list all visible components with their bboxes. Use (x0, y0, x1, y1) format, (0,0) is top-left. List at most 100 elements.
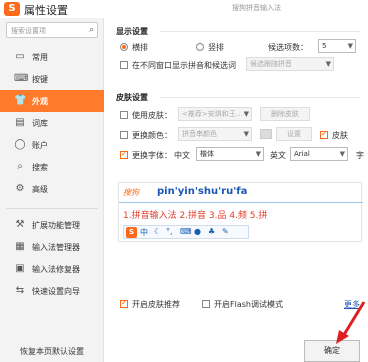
sogou-logo-icon: S (126, 227, 137, 238)
delete-skin-button[interactable]: 删除皮肤 (260, 107, 310, 121)
sidebar-item-label: 外观 (32, 97, 48, 106)
skin-recommend-checkbox[interactable] (120, 298, 128, 308)
use-skin-value: <推荐>安琪和王… (182, 110, 243, 118)
preview-candidates: 1.拼音输入法 2.拼音 3.品 4.频 5.拼 (123, 211, 268, 221)
keyboard-icon: ⌨ (14, 73, 29, 84)
change-color-label: 更换颜色： (132, 131, 172, 140)
skin-recommend-label: 开启皮肤推荐 (132, 300, 180, 309)
sidebar-item-label: 账户 (32, 141, 48, 150)
sidebar-item-label: 按键 (32, 75, 48, 84)
sidebar-item-ime-manager[interactable]: ▦ 输入法管理器 (0, 236, 104, 258)
sidebar-divider (6, 208, 98, 209)
annotation-arrow-icon (336, 301, 366, 344)
search-icon: ⌕ (17, 161, 23, 172)
color-settings-button[interactable]: 设置 (276, 127, 312, 141)
sidebar-item-label: 常用 (32, 53, 48, 62)
preview-pinyin: pin'yin'shu'ru'fa (157, 186, 248, 197)
chevron-down-icon: ▼ (255, 150, 261, 158)
sidebar-item-label: 词库 (32, 119, 48, 128)
font-size-partial-label: 字 (356, 151, 364, 160)
english-font-select[interactable]: Arial ▼ (290, 147, 348, 161)
chinese-font-value: 楷体 (200, 150, 214, 158)
use-skin-checkbox[interactable] (120, 111, 128, 119)
chevron-down-icon: ▼ (339, 150, 345, 158)
window-subtitle: 搜狗拼音输入法 (232, 4, 281, 12)
gear-icon: ⚙ (15, 183, 25, 194)
search-placeholder: 搜索设置项 (11, 27, 46, 35)
chinese-font-label: 中文 (174, 151, 190, 160)
sidebar-item-search[interactable]: ⌕ 搜索 (0, 156, 104, 178)
change-color-value: 拼音串颜色 (182, 130, 217, 138)
restore-defaults-button[interactable]: 恢复本页默认设置 (6, 342, 98, 362)
skin-partial-checkbox[interactable] (320, 129, 328, 139)
keyboard-icon: ⌨ (180, 227, 192, 236)
vertical-label: 竖排 (208, 43, 224, 52)
use-skin-select[interactable]: <推荐>安琪和王… ▼ (178, 107, 252, 121)
chinese-font-select[interactable]: 楷体 ▼ (196, 147, 264, 161)
user-icon: ◯ (14, 139, 26, 150)
moon-icon: ☾ (154, 227, 162, 236)
monitor-icon: ▭ (15, 51, 25, 62)
sogou-logo-icon: S (4, 2, 20, 16)
repair-icon: ▣ (15, 263, 25, 274)
candidate-count-value: 5 (322, 42, 327, 50)
change-font-checkbox[interactable] (120, 149, 128, 159)
sidebar-item-label: 扩展功能管理 (32, 221, 80, 230)
skin-partial-label: 皮肤 (332, 131, 348, 140)
sidebar-item-advanced[interactable]: ⚙ 高级 (0, 178, 104, 200)
sidebar-item-label: 高级 (32, 185, 48, 194)
horizontal-label: 横排 (132, 43, 148, 52)
section-divider (160, 31, 360, 32)
manager-icon: ▦ (15, 241, 25, 252)
preview-status-toolbar: S 中 ☾ °, ⌨ ● ♣ ✎ (123, 225, 249, 239)
user-icon: ● (194, 227, 201, 236)
punctuation-icon: °, (166, 227, 173, 236)
change-font-label: 更换字体： (132, 151, 172, 160)
sidebar-item-label: 输入法管理器 (32, 243, 80, 252)
sidebar-item-quick-setup[interactable]: ⇆ 快速设置向导 (0, 280, 104, 302)
sidebar-item-label: 输入法修复器 (32, 265, 80, 274)
chevron-down-icon: ▼ (243, 130, 249, 138)
inline-display-value: 候选跟随拼音 (250, 60, 292, 68)
extension-icon: ⚒ (15, 219, 25, 230)
wrench-icon: ✎ (222, 227, 229, 236)
section-divider (160, 97, 360, 98)
change-color-select[interactable]: 拼音串颜色 ▼ (178, 127, 252, 141)
chinese-mode-icon: 中 (140, 228, 148, 237)
sidebar-item-label: 搜索 (32, 163, 48, 172)
sidebar-item-ime-repair[interactable]: ▣ 输入法修复器 (0, 258, 104, 280)
horizontal-radio[interactable] (120, 43, 128, 51)
color-swatch[interactable] (260, 129, 272, 139)
sidebar-item-extensions[interactable]: ⚒ 扩展功能管理 (0, 214, 104, 236)
chevron-down-icon: ▼ (325, 60, 331, 68)
sidebar-item-account[interactable]: ◯ 账户 (0, 134, 104, 156)
sidebar-item-label: 快速设置向导 (32, 287, 80, 296)
book-icon: ▤ (15, 117, 25, 128)
sidebar-item-common[interactable]: ▭ 常用 (0, 46, 104, 68)
chevron-down-icon: ▼ (347, 42, 353, 50)
sidebar-item-dictionary[interactable]: ▤ 词库 (0, 112, 104, 134)
display-section-title: 显示设置 (116, 27, 148, 36)
inline-display-checkbox[interactable] (120, 61, 128, 69)
candidate-count-select[interactable]: 5 ▼ (318, 39, 356, 53)
candidate-count-label: 候选项数： (268, 43, 308, 52)
sidebar-item-keys[interactable]: ⌨ 按键 (0, 68, 104, 90)
window-title: 属性设置 (24, 4, 68, 17)
change-color-checkbox[interactable] (120, 131, 128, 139)
english-font-value: Arial (294, 150, 310, 158)
flash-debug-checkbox[interactable] (202, 300, 210, 308)
search-icon[interactable]: ⌕ (89, 25, 94, 35)
sidebar-item-appearance[interactable]: 👕 外观 (0, 90, 104, 112)
title-bar: S 属性设置 搜狗拼音输入法 (0, 0, 368, 18)
use-skin-label: 使用皮肤： (132, 111, 172, 120)
vertical-radio[interactable] (196, 43, 204, 51)
skin-section-title: 皮肤设置 (116, 93, 148, 102)
settings-search-input[interactable]: 搜索设置项 ⌕ (6, 22, 98, 38)
preview-composition-bar: 搜狗 pin'yin'shu'ru'fa (119, 183, 363, 203)
shirt-icon: 👕 (14, 95, 27, 106)
sidebar: 搜索设置项 ⌕ ▭ 常用 ⌨ 按键 👕 外观 ▤ 词库 ◯ 账户 ⌕ 搜索 ⚙ … (0, 18, 104, 362)
inline-display-label: 在不同窗口显示拼音和候选词 (132, 61, 236, 70)
main-panel: 显示设置 横排 竖排 候选项数： 5 ▼ 在不同窗口显示拼音和候选词 候选跟随拼… (104, 18, 368, 362)
inline-display-select[interactable]: 候选跟随拼音 ▼ (246, 57, 334, 71)
chevron-down-icon: ▼ (243, 110, 249, 118)
